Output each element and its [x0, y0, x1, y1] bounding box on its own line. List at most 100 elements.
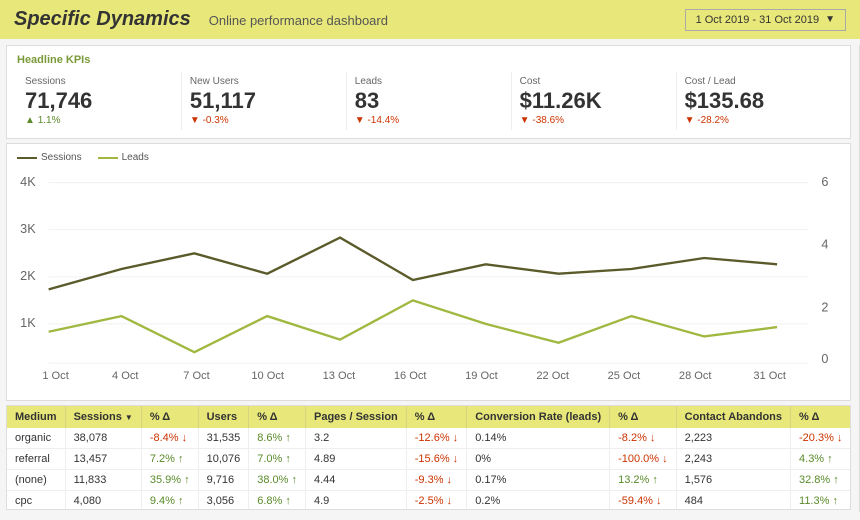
svg-text:2: 2 — [821, 301, 828, 315]
table-row: cpc4,0809.4% ↑3,0566.8% ↑4.9-2.5% ↓0.2%-… — [7, 490, 850, 510]
kpi-card-4: Cost / Lead $135.68 -28.2% — [677, 72, 841, 130]
kpi-delta-0: 1.1% — [25, 115, 173, 126]
cell-r3-c5: 4.9 — [306, 490, 407, 510]
kpi-label-0: Sessions — [25, 76, 173, 87]
chart-legend: Sessions Leads — [17, 152, 840, 163]
svg-text:16 Oct: 16 Oct — [394, 370, 427, 382]
leads-legend-line — [98, 157, 118, 159]
cell-r0-c6: -12.6% ↓ — [406, 428, 466, 449]
kpi-card-0: Sessions 71,746 1.1% — [17, 72, 182, 130]
svg-text:22 Oct: 22 Oct — [536, 370, 569, 382]
cell-r1-c8: -100.0% ↓ — [610, 448, 677, 469]
kpi-card-3: Cost $11.26K -38.6% — [512, 72, 677, 130]
kpi-label-3: Cost — [520, 76, 668, 87]
cell-r2-c1: 11,833 — [65, 469, 141, 490]
cell-r0-c9: 2,223 — [676, 428, 790, 449]
kpi-delta-3: -38.6% — [520, 115, 668, 126]
table-body: organic38,078-8.4% ↓31,5358.6% ↑3.2-12.6… — [7, 428, 850, 510]
svg-text:1K: 1K — [20, 316, 36, 330]
leads-legend: Leads — [98, 152, 149, 163]
kpi-delta-arrow-0: 1.1% — [25, 115, 60, 126]
svg-text:4: 4 — [821, 238, 828, 252]
svg-text:10 Oct: 10 Oct — [251, 370, 284, 382]
cell-r2-c5: 4.44 — [306, 469, 407, 490]
cell-r1-c0: referral — [7, 448, 65, 469]
col-medium[interactable]: Medium — [7, 406, 65, 428]
cell-r1-c3: 10,076 — [198, 448, 249, 469]
cell-r0-c5: 3.2 — [306, 428, 407, 449]
cell-r2-c0: (none) — [7, 469, 65, 490]
dashboard-subtitle: Online performance dashboard — [209, 13, 388, 28]
kpi-section: Headline KPIs Sessions 71,746 1.1% New U… — [6, 45, 851, 139]
col-pages-delta[interactable]: % Δ — [406, 406, 466, 428]
kpi-delta-2: -14.4% — [355, 115, 503, 126]
col-conv-delta[interactable]: % Δ — [610, 406, 677, 428]
svg-text:6: 6 — [821, 175, 828, 189]
kpi-card-2: Leads 83 -14.4% — [347, 72, 512, 130]
left-panel: Headline KPIs Sessions 71,746 1.1% New U… — [0, 39, 855, 516]
main-layout: Headline KPIs Sessions 71,746 1.1% New U… — [0, 39, 860, 516]
cell-r3-c6: -2.5% ↓ — [406, 490, 466, 510]
cell-r1-c2: 7.2% ↑ — [141, 448, 198, 469]
kpi-cards: Sessions 71,746 1.1% New Users 51,117 -0… — [17, 72, 840, 130]
cell-r1-c4: 7.0% ↑ — [249, 448, 306, 469]
svg-text:2K: 2K — [20, 269, 36, 283]
svg-text:3K: 3K — [20, 222, 36, 236]
date-range-picker[interactable]: 1 Oct 2019 - 31 Oct 2019 ▼ — [685, 9, 846, 31]
col-contact-abandons[interactable]: Contact Abandons — [676, 406, 790, 428]
cell-r0-c2: -8.4% ↓ — [141, 428, 198, 449]
kpi-card-1: New Users 51,117 -0.3% — [182, 72, 347, 130]
header: Specific Dynamics Online performance das… — [0, 0, 860, 39]
svg-text:7 Oct: 7 Oct — [183, 370, 209, 382]
kpi-delta-arrow-2: -14.4% — [355, 115, 399, 126]
svg-text:13 Oct: 13 Oct — [323, 370, 356, 382]
table-header: Medium Sessions ▼ % Δ Users % Δ Pages / … — [7, 406, 850, 428]
cell-r3-c2: 9.4% ↑ — [141, 490, 198, 510]
kpi-value-4: $135.68 — [685, 89, 833, 113]
cell-r2-c2: 35.9% ↑ — [141, 469, 198, 490]
kpi-value-0: 71,746 — [25, 89, 173, 113]
kpi-delta-1: -0.3% — [190, 115, 338, 126]
kpi-label-1: New Users — [190, 76, 338, 87]
cell-r3-c4: 6.8% ↑ — [249, 490, 306, 510]
cell-r3-c10: 11.3% ↑ — [791, 490, 851, 510]
svg-text:1 Oct: 1 Oct — [42, 370, 68, 382]
table-row: (none)11,83335.9% ↑9,71638.0% ↑4.44-9.3%… — [7, 469, 850, 490]
svg-text:31 Oct: 31 Oct — [753, 370, 786, 382]
chart-svg: 4K 3K 2K 1K 6 4 2 0 — [17, 167, 840, 387]
svg-text:0: 0 — [821, 352, 828, 366]
svg-text:4 Oct: 4 Oct — [112, 370, 138, 382]
col-users[interactable]: Users — [198, 406, 249, 428]
cell-r2-c4: 38.0% ↑ — [249, 469, 306, 490]
date-range-arrow-icon: ▼ — [825, 14, 835, 25]
col-sessions[interactable]: Sessions ▼ — [65, 406, 141, 428]
col-conv-rate[interactable]: Conversion Rate (leads) — [467, 406, 610, 428]
cell-r0-c3: 31,535 — [198, 428, 249, 449]
col-users-delta[interactable]: % Δ — [249, 406, 306, 428]
cell-r1-c6: -15.6% ↓ — [406, 448, 466, 469]
cell-r2-c9: 1,576 — [676, 469, 790, 490]
cell-r3-c3: 3,056 — [198, 490, 249, 510]
kpi-delta-arrow-3: -38.6% — [520, 115, 564, 126]
sessions-legend-label: Sessions — [41, 152, 82, 163]
kpi-delta-4: -28.2% — [685, 115, 833, 126]
col-sessions-delta[interactable]: % Δ — [141, 406, 198, 428]
col-pages-session[interactable]: Pages / Session — [306, 406, 407, 428]
right-panel: Conversion rate (lead-gen contact forms)… — [855, 39, 860, 516]
cell-r1-c5: 4.89 — [306, 448, 407, 469]
kpi-value-2: 83 — [355, 89, 503, 113]
cell-r0-c4: 8.6% ↑ — [249, 428, 306, 449]
data-table-section: Medium Sessions ▼ % Δ Users % Δ Pages / … — [6, 405, 851, 510]
kpi-delta-arrow-1: -0.3% — [190, 115, 229, 126]
kpi-label-4: Cost / Lead — [685, 76, 833, 87]
svg-text:25 Oct: 25 Oct — [608, 370, 641, 382]
date-range-label: 1 Oct 2019 - 31 Oct 2019 — [696, 14, 820, 26]
chart-area: 4K 3K 2K 1K 6 4 2 0 — [17, 167, 840, 387]
cell-r3-c0: cpc — [7, 490, 65, 510]
cell-r3-c9: 484 — [676, 490, 790, 510]
leads-legend-label: Leads — [122, 152, 149, 163]
kpi-value-3: $11.26K — [520, 89, 668, 113]
kpi-label-2: Leads — [355, 76, 503, 87]
kpi-section-label: Headline KPIs — [17, 54, 840, 66]
col-abandons-delta[interactable]: % Δ — [791, 406, 851, 428]
